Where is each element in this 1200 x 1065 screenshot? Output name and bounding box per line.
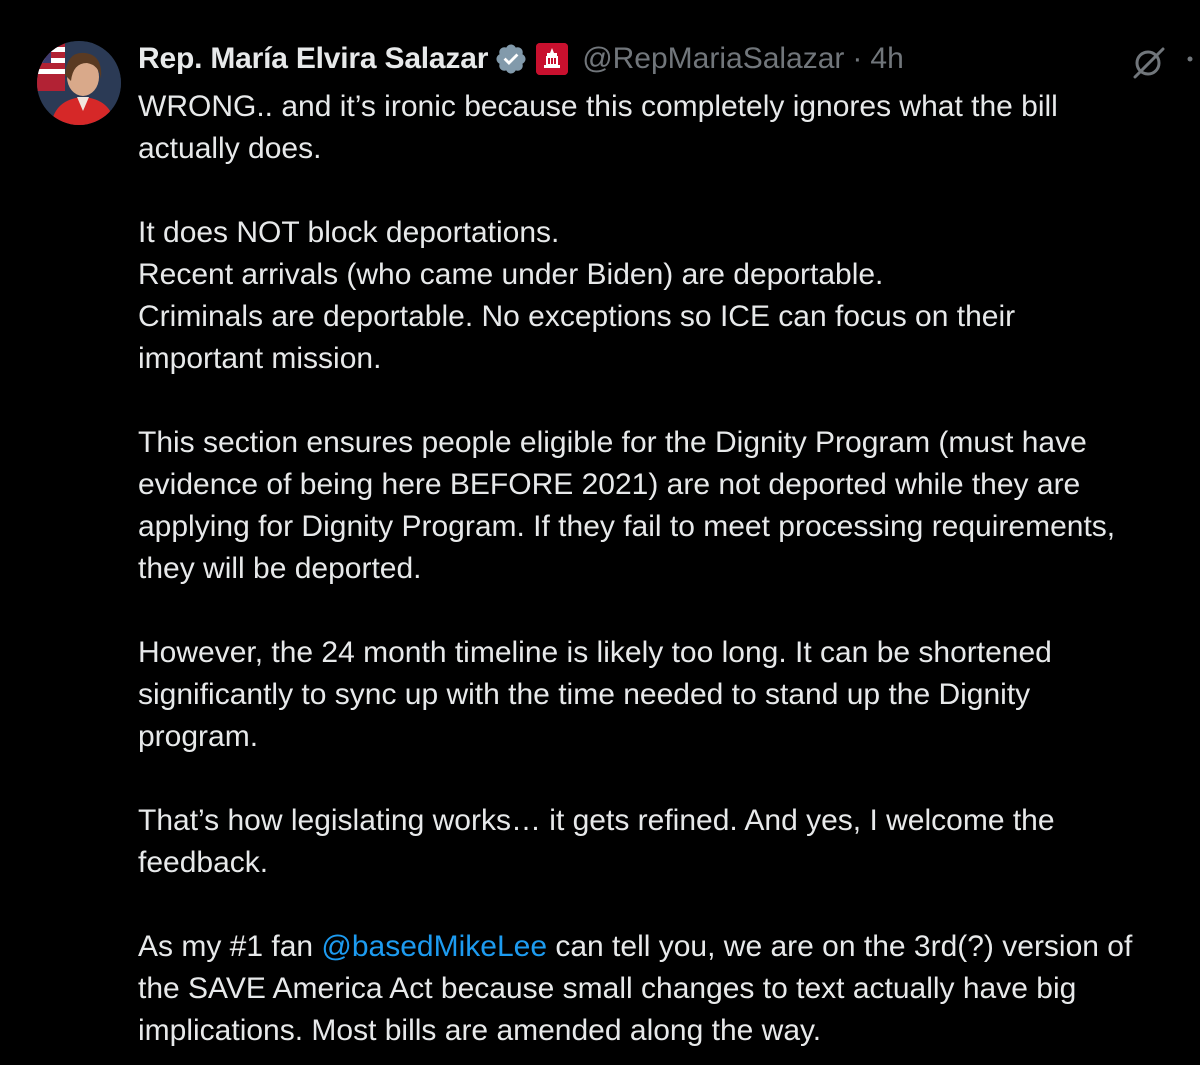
text-line: they will be deported. (138, 552, 422, 585)
text-span: can tell you, we are on the 3rd(?) versi… (547, 930, 1133, 963)
tweet-header: Rep. María Elvira Salazar @RepMariaSalaz… (138, 38, 904, 80)
separator-dot: · (852, 42, 863, 75)
text-line: the SAVE America Act because small chang… (138, 972, 1077, 1005)
text-line: implications. Most bills are amended alo… (138, 1014, 822, 1047)
timestamp[interactable]: 4h (870, 42, 903, 76)
grok-icon[interactable] (1131, 44, 1167, 80)
text-line: It does NOT block deportations. (138, 216, 560, 249)
text-line: Recent arrivals (who came under Biden) a… (138, 258, 884, 291)
text-span: As my #1 fan (138, 930, 322, 963)
text-line: This section ensures people eligible for… (138, 426, 1087, 459)
text-line: actually does. (138, 132, 322, 165)
avatar[interactable] (37, 41, 121, 125)
text-line: Criminals are deportable. No exceptions … (138, 300, 1016, 333)
text-line: important mission. (138, 342, 382, 375)
text-line: WRONG.. and it’s ironic because this com… (138, 90, 1058, 123)
author-handle[interactable]: @RepMariaSalazar (582, 42, 844, 76)
mention-link[interactable]: @basedMikeLee (321, 930, 547, 963)
paragraph-4: However, the 24 month timeline is likely… (138, 632, 1198, 758)
paragraph-2: It does NOT block deportations. Recent a… (138, 212, 1198, 380)
text-line: However, the 24 month timeline is likely… (138, 636, 1052, 669)
government-affiliation-icon[interactable] (536, 43, 569, 75)
text-line: program. (138, 720, 259, 753)
tweet[interactable]: Rep. María Elvira Salazar @RepMariaSalaz… (0, 0, 1200, 1065)
paragraph-1: WRONG.. and it’s ironic because this com… (138, 86, 1198, 170)
verified-badge-icon[interactable] (494, 42, 528, 76)
tweet-text: WRONG.. and it’s ironic because this com… (138, 86, 1198, 1052)
text-line: applying for Dignity Program. If they fa… (138, 510, 1116, 543)
author-name[interactable]: Rep. María Elvira Salazar (138, 42, 488, 76)
text-line: That’s how legislating works… it gets re… (138, 804, 1055, 837)
text-line: evidence of being here BEFORE 2021) are … (138, 468, 1081, 501)
paragraph-3: This section ensures people eligible for… (138, 422, 1198, 590)
more-options-icon[interactable] (1184, 52, 1200, 64)
text-line: feedback. (138, 846, 269, 879)
paragraph-5: That’s how legislating works… it gets re… (138, 800, 1198, 884)
paragraph-6: As my #1 fan @basedMikeLee can tell you,… (138, 926, 1198, 1052)
text-line: significantly to sync up with the time n… (138, 678, 1031, 711)
text-line: As my #1 fan @basedMikeLee can tell you,… (138, 926, 1198, 968)
